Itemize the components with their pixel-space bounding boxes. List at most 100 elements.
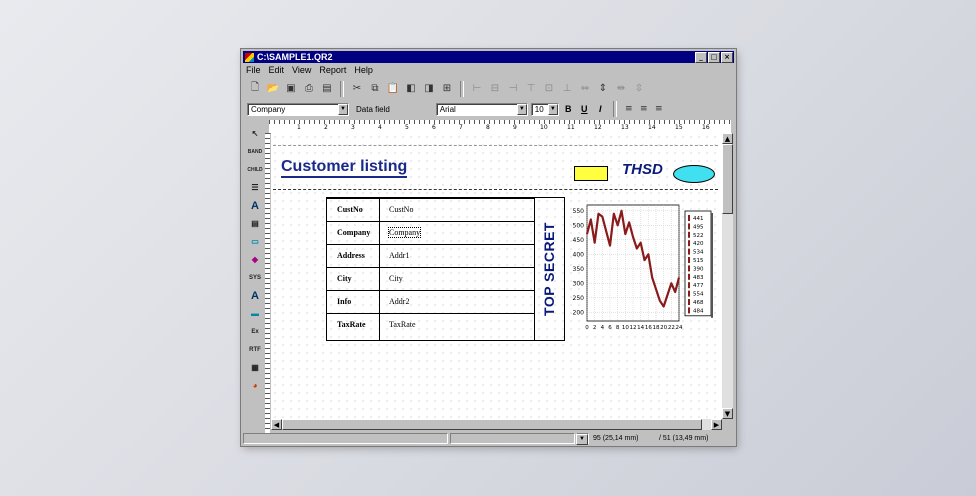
dbtext-icon[interactable]: A: [247, 289, 263, 302]
scroll-thumb[interactable]: [722, 144, 733, 214]
group-band-icon[interactable]: ☰: [247, 181, 263, 194]
status-dropdown[interactable]: ▼: [576, 432, 589, 445]
x-tick-label: 0: [585, 325, 589, 331]
expression-icon[interactable]: Ex: [247, 325, 263, 338]
bold-button[interactable]: B: [562, 104, 575, 114]
ruler-number: 2: [324, 124, 328, 131]
menu-bar: File Edit View Report Help: [245, 65, 374, 77]
row-label[interactable]: Info: [337, 297, 351, 306]
ellipse-shape[interactable]: [673, 165, 715, 183]
report-canvas[interactable]: Customer listing THSD CustNo CustNo Comp…: [271, 133, 722, 419]
cut-icon[interactable]: ✂: [349, 81, 365, 97]
x-tick-label: 20: [660, 325, 667, 331]
field-label: Data field: [356, 104, 390, 114]
font-select[interactable]: Arial ▼: [435, 102, 528, 116]
menu-view[interactable]: View: [291, 65, 312, 77]
legend-swatch: [688, 231, 690, 238]
preview-icon[interactable]: ▤: [319, 81, 335, 97]
band-icon[interactable]: BAND: [247, 145, 263, 158]
row-field[interactable]: CustNo: [389, 205, 413, 214]
title-bar[interactable]: C:\SAMPLE1.QR2 _ □ ×: [243, 51, 734, 63]
memo-icon[interactable]: ▤: [247, 217, 263, 230]
copy-icon[interactable]: ⧉: [367, 81, 383, 97]
align-tops-icon[interactable]: ⊤: [523, 81, 539, 97]
print-icon[interactable]: ⎙: [301, 81, 317, 97]
align-right-edges-icon[interactable]: ⊣: [505, 81, 521, 97]
close-button[interactable]: ×: [721, 52, 733, 63]
menu-file[interactable]: File: [245, 65, 262, 77]
open-icon[interactable]: 📂: [265, 81, 281, 97]
align-left-icon[interactable]: ≡: [623, 101, 635, 117]
vertical-scrollbar[interactable]: ▲ ▼: [722, 133, 733, 419]
row-label[interactable]: CustNo: [337, 205, 363, 214]
dbimage-icon[interactable]: ▬: [247, 307, 263, 320]
send-back-icon[interactable]: ◨: [421, 81, 437, 97]
scroll-right-icon[interactable]: ▶: [711, 419, 722, 430]
maximize-button[interactable]: □: [708, 52, 720, 63]
chevron-down-icon[interactable]: ▼: [576, 433, 588, 445]
save-icon[interactable]: ▣: [283, 81, 299, 97]
space-horizontal-icon[interactable]: ⇹: [613, 81, 629, 97]
scroll-thumb[interactable]: [282, 419, 702, 430]
row-field[interactable]: City: [389, 274, 403, 283]
chevron-down-icon[interactable]: ▼: [516, 103, 527, 115]
horizontal-scrollbar[interactable]: ◀ ▶: [271, 419, 722, 430]
legend-entry: 468: [693, 300, 704, 306]
legend-entry: 390: [693, 266, 704, 272]
report-chart[interactable]: 5505004504003503002502000 2 4 6 8 10 12 14 16 18 2…: [567, 197, 722, 345]
component-select[interactable]: Company ▼: [247, 102, 349, 116]
italic-button[interactable]: I: [594, 104, 607, 114]
space-vertical-icon[interactable]: ⇳: [631, 81, 647, 97]
richtext-icon[interactable]: RTF: [247, 343, 263, 356]
yellow-shape[interactable]: [574, 166, 608, 181]
align-bottoms-icon[interactable]: ⊥: [559, 81, 575, 97]
y-tick-label: 500: [573, 222, 585, 229]
chart-icon[interactable]: ◕: [247, 379, 263, 392]
position-x: 95 (25,14 mm): [593, 434, 639, 442]
align-right-icon[interactable]: ≡: [653, 101, 665, 117]
row-label[interactable]: Company: [337, 228, 370, 237]
watermark-box[interactable]: TOP SECRET: [534, 198, 564, 340]
row-label[interactable]: Address: [337, 251, 365, 260]
row-label[interactable]: TaxRate: [337, 320, 366, 329]
chevron-down-icon[interactable]: ▼: [338, 103, 348, 115]
align-center-icon[interactable]: ≡: [638, 101, 650, 117]
legend-swatch: [688, 265, 690, 272]
menu-help[interactable]: Help: [353, 65, 374, 77]
scroll-down-icon[interactable]: ▼: [722, 408, 733, 419]
align-left-edges-icon[interactable]: ⊢: [469, 81, 485, 97]
ruler-number: 16: [702, 124, 710, 131]
row-field[interactable]: Addr2: [389, 297, 409, 306]
minimize-button[interactable]: _: [695, 52, 707, 63]
chevron-down-icon[interactable]: ▼: [547, 103, 558, 115]
grid-icon[interactable]: ⊞: [439, 81, 455, 97]
child-band-icon[interactable]: CHILD: [247, 163, 263, 176]
align-middles-icon[interactable]: ⊡: [541, 81, 557, 97]
font-size-value: 10: [534, 104, 544, 114]
underline-button[interactable]: U: [578, 104, 591, 114]
scroll-up-icon[interactable]: ▲: [722, 133, 733, 144]
new-icon[interactable]: 🗋: [247, 81, 263, 97]
menu-report[interactable]: Report: [318, 65, 347, 77]
label-icon[interactable]: A: [247, 199, 263, 212]
sysdata-icon[interactable]: SYS: [247, 271, 263, 284]
legend-entry: 522: [693, 233, 704, 239]
shape-icon[interactable]: ◆: [247, 253, 263, 266]
dbrichtext-icon[interactable]: ▦: [247, 361, 263, 374]
font-size-select[interactable]: 10 ▼: [530, 102, 559, 116]
scroll-left-icon[interactable]: ◀: [271, 419, 282, 430]
align-centers-icon[interactable]: ⊟: [487, 81, 503, 97]
same-width-icon[interactable]: ⇔: [577, 81, 593, 97]
report-title[interactable]: Customer listing: [281, 158, 408, 178]
same-height-icon[interactable]: ⇕: [595, 81, 611, 97]
paste-icon[interactable]: 📋: [385, 81, 401, 97]
menu-edit[interactable]: Edit: [268, 65, 286, 77]
image-icon[interactable]: ▭: [247, 235, 263, 248]
row-label[interactable]: City: [337, 274, 352, 283]
logo-text[interactable]: THSD: [622, 161, 663, 178]
row-field-selected[interactable]: Company: [387, 227, 422, 238]
bring-front-icon[interactable]: ◧: [403, 81, 419, 97]
row-field[interactable]: Addr1: [389, 251, 409, 260]
pointer-icon[interactable]: ↖: [247, 127, 263, 140]
row-field[interactable]: TaxRate: [389, 320, 416, 329]
